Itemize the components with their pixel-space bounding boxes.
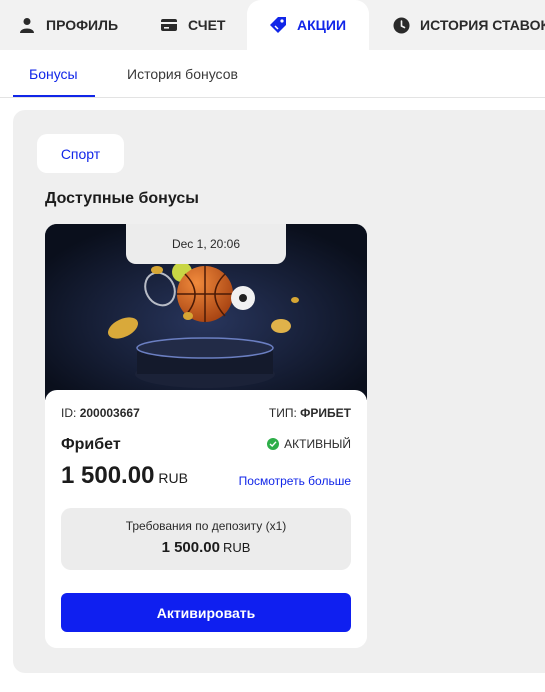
bonus-image: Dec 1, 20:06	[45, 224, 367, 400]
tab-account-label: СЧЕТ	[188, 17, 226, 33]
bonus-type-label: ТИП:	[268, 406, 297, 420]
check-circle-icon	[267, 438, 280, 450]
requirement-amount: 1 500.00	[161, 539, 220, 556]
tab-bet-history-label: ИСТОРИЯ СТАВОК	[420, 17, 545, 33]
bonus-amount-currency: RUB	[158, 470, 188, 486]
requirement-currency: RUB	[222, 540, 251, 555]
user-icon	[18, 16, 36, 34]
subtab-bonuses[interactable]: Бонусы	[29, 66, 78, 82]
tab-profile[interactable]: ПРОФИЛЬ	[18, 0, 118, 50]
bonus-amount: 1 500.00 RUB	[61, 462, 188, 490]
subtabs: Бонусы История бонусов	[0, 50, 545, 98]
tab-bet-history[interactable]: ИСТОРИЯ СТАВОК	[392, 0, 545, 50]
tab-profile-label: ПРОФИЛЬ	[46, 17, 119, 33]
promotions-page: Бонусы История бонусов Спорт Доступные б…	[0, 50, 545, 692]
activate-button[interactable]: Активировать	[61, 593, 351, 632]
tab-account[interactable]: СЧЕТ	[160, 0, 226, 50]
subtab-bonus-history[interactable]: История бонусов	[127, 66, 238, 82]
tab-promo[interactable]: АКЦИИ	[247, 0, 369, 50]
requirement-value: 1 500.00 RUB	[61, 539, 351, 556]
bonus-type: ТИП: ФРИБЕТ	[269, 406, 351, 420]
clock-icon	[392, 16, 410, 34]
bonus-meta-row: ID: 200003667 ТИП: ФРИБЕТ	[61, 406, 351, 420]
bonus-name: Фрибет	[61, 436, 121, 453]
status-badge: АКТИВНЫЙ	[267, 437, 351, 451]
wallet-icon	[160, 16, 178, 34]
bonus-card: Dec 1, 20:06 ID: 200003667 ТИП: ФРИБЕТ Ф…	[45, 224, 367, 648]
deposit-requirement-box: Требования по депозиту (x1) 1 500.00 RUB	[61, 508, 351, 570]
requirement-label: Требования по депозиту (x1)	[125, 519, 287, 533]
tab-promo-label: АКЦИИ	[297, 17, 347, 33]
status-text: АКТИВНЫЙ	[284, 437, 351, 451]
view-more-link[interactable]: Посмотреть больше	[239, 474, 351, 488]
tag-icon	[269, 16, 287, 34]
bonus-id-value: 200003667	[79, 406, 140, 420]
bonuses-panel: Спорт Доступные бонусы Dec 1, 20:06 ID: …	[13, 110, 545, 673]
bonus-amount-value: 1 500.00	[61, 462, 155, 489]
bonus-card-body: ID: 200003667 ТИП: ФРИБЕТ Фрибет АКТИВНЫ…	[45, 390, 367, 648]
active-subtab-indicator	[13, 95, 95, 97]
filter-chip-sport[interactable]: Спорт	[37, 134, 124, 173]
bonus-date: Dec 1, 20:06	[126, 224, 286, 264]
section-title: Доступные бонусы	[45, 190, 199, 207]
bonus-type-value: ФРИБЕТ	[300, 406, 351, 420]
bonus-id-label: ID:	[61, 406, 77, 420]
bonus-id: ID: 200003667	[61, 406, 140, 420]
top-tabs: ПРОФИЛЬ СЧЕТ АКЦИИ ИСТОРИЯ СТАВОК	[0, 0, 545, 50]
